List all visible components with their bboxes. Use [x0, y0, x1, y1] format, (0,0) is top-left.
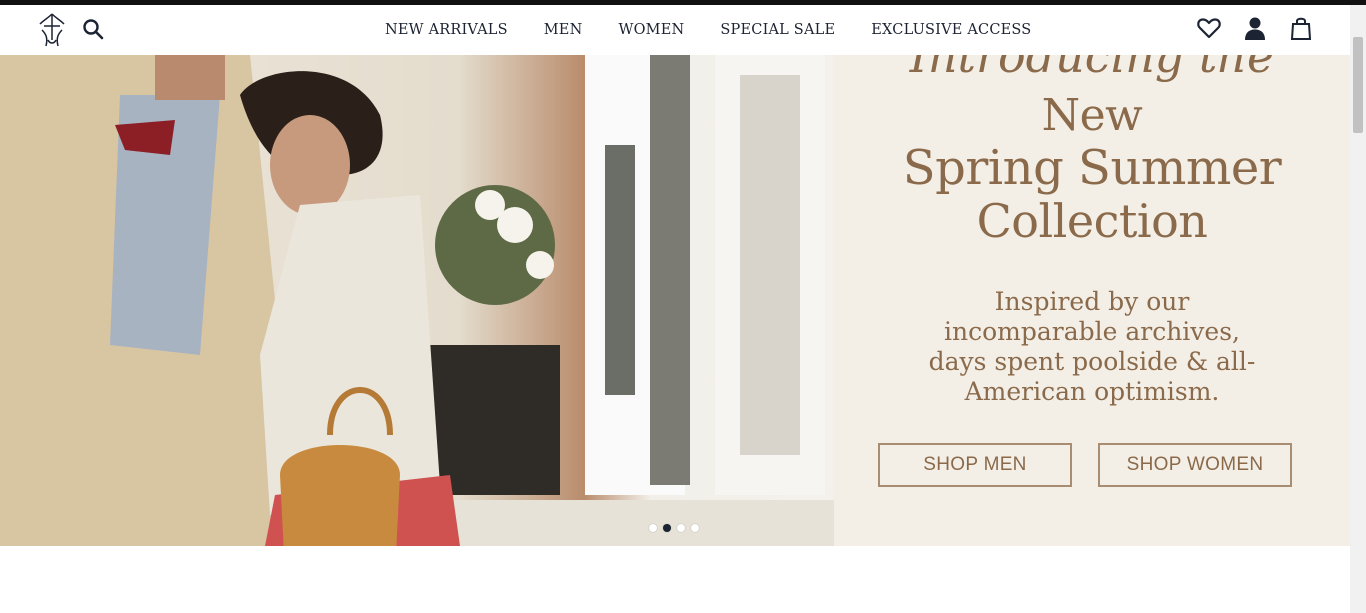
shop-men-button[interactable]: SHOP MEN	[878, 443, 1072, 487]
page-scrollbar[interactable]	[1350, 5, 1366, 613]
shop-women-button[interactable]: SHOP WOMEN	[1098, 443, 1292, 487]
main-nav: NEW ARRIVALS MEN WOMEN SPECIAL SALE EXCL…	[385, 5, 1067, 55]
headline-line-1: New	[1041, 90, 1143, 141]
carousel-dot-2[interactable]	[663, 524, 671, 532]
headline-line-3: Collection	[976, 194, 1208, 248]
nav-exclusive-access[interactable]: EXCLUSIVE ACCESS	[871, 22, 1031, 38]
carousel-dot-3[interactable]	[677, 524, 685, 532]
brand-logo-icon[interactable]	[34, 10, 70, 50]
hero-kicker: Introducing the	[909, 55, 1275, 83]
hero-subcopy: Inspired by our incomparable archives, d…	[928, 287, 1256, 406]
carousel-dot-1[interactable]	[649, 524, 657, 532]
scrollbar-thumb[interactable]	[1353, 37, 1363, 133]
bag-icon[interactable]	[1288, 15, 1314, 41]
hero-copy-panel: Introducing the New Spring Summer Collec…	[834, 55, 1350, 546]
heart-icon[interactable]	[1196, 15, 1222, 41]
carousel-dot-4[interactable]	[691, 524, 699, 532]
site-header: NEW ARRIVALS MEN WOMEN SPECIAL SALE EXCL…	[0, 5, 1350, 55]
carousel-dots	[649, 524, 699, 532]
nav-men[interactable]: MEN	[544, 22, 583, 38]
headline-line-2: Spring Summer	[902, 140, 1282, 196]
account-icon[interactable]	[1242, 15, 1268, 41]
nav-new-arrivals[interactable]: NEW ARRIVALS	[385, 22, 508, 38]
search-icon[interactable]	[82, 18, 104, 40]
hero-headline: New Spring Summer Collection	[834, 89, 1350, 248]
nav-special-sale[interactable]: SPECIAL SALE	[720, 22, 835, 38]
nav-women[interactable]: WOMEN	[618, 22, 684, 38]
hero-banner: Introducing the New Spring Summer Collec…	[0, 55, 1350, 546]
hero-photo	[0, 55, 834, 546]
header-actions	[1196, 15, 1314, 41]
